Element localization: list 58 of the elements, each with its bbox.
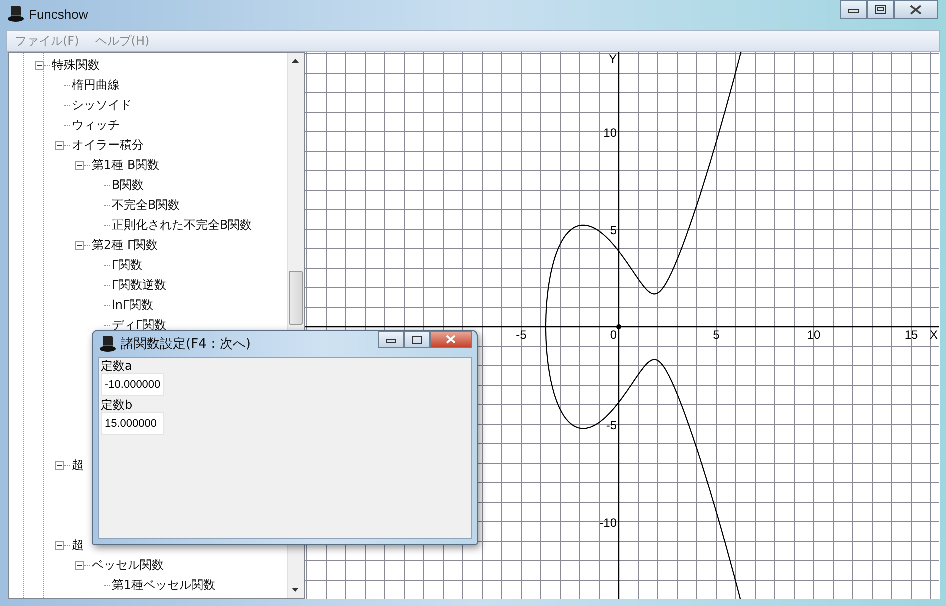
tree-item[interactable]: B関数: [112, 176, 144, 194]
tree-item[interactable]: ディΓ関数: [112, 316, 167, 334]
minimize-button[interactable]: [378, 331, 404, 348]
top-hat-icon: [100, 335, 116, 353]
tick-label: 10: [807, 328, 821, 342]
collapse-icon[interactable]: [55, 140, 64, 150]
tree-item[interactable]: 超: [72, 536, 84, 554]
scroll-up-icon[interactable]: [292, 59, 299, 63]
maximize-button[interactable]: [867, 0, 894, 19]
window-title: Funcshow: [29, 6, 88, 22]
tick-label: -10: [600, 516, 617, 530]
collapse-icon[interactable]: [55, 460, 64, 470]
tick-label: 10: [604, 126, 617, 140]
tree-item[interactable]: 超: [72, 456, 84, 474]
tick-label: 5: [610, 224, 617, 238]
tree-item[interactable]: ベッセル関数: [92, 556, 164, 574]
tree-item[interactable]: シッソイド: [72, 96, 132, 114]
tree-item[interactable]: 正則化された不完全B関数: [112, 216, 252, 234]
collapse-icon[interactable]: [75, 560, 84, 570]
close-icon: [909, 4, 923, 14]
collapse-icon[interactable]: [75, 160, 84, 170]
constant-field[interactable]: 15.000000: [101, 412, 164, 435]
tree-item[interactable]: 不完全B関数: [112, 196, 180, 214]
minimize-button[interactable]: [840, 0, 867, 19]
tree-item[interactable]: 第1種ベッセル関数: [112, 576, 216, 594]
tree-item[interactable]: lnΓ関数: [112, 296, 154, 314]
scrollbar-thumb[interactable]: [289, 271, 303, 325]
maximize-icon: [412, 336, 422, 344]
tree-item[interactable]: 特殊関数: [52, 56, 100, 74]
minimize-icon: [386, 336, 396, 342]
dialog-title: 諸関数設定(F4：次へ): [121, 336, 251, 353]
tree-item[interactable]: オイラー積分: [72, 136, 144, 154]
tick-label: 5: [713, 328, 720, 342]
tree-item[interactable]: 第2種 Γ関数: [92, 236, 158, 254]
collapse-icon[interactable]: [55, 540, 64, 550]
tree-item[interactable]: Γ関数逆数: [112, 276, 167, 294]
tick-label: 15: [904, 328, 918, 342]
constant-field[interactable]: -10.000000: [101, 373, 164, 396]
close-button[interactable]: [430, 331, 472, 348]
maximize-button[interactable]: [404, 331, 430, 348]
axis-label: Y: [609, 52, 618, 66]
maximize-icon: [874, 4, 886, 14]
field-label: 定数a: [101, 359, 132, 373]
collapse-icon[interactable]: [35, 60, 44, 70]
collapse-icon[interactable]: [75, 240, 84, 250]
top-hat-icon: [8, 5, 24, 23]
close-button[interactable]: [894, 0, 938, 19]
field-label: 定数b: [101, 398, 133, 412]
tree-item[interactable]: 第1種 B関数: [92, 156, 160, 174]
tick-label: 0: [610, 328, 617, 342]
tree-item[interactable]: 楕円曲線: [72, 76, 120, 94]
axis-label: X: [930, 328, 938, 342]
tick-label: -5: [516, 328, 527, 342]
close-icon: [445, 335, 457, 344]
scroll-down-icon[interactable]: [292, 588, 299, 592]
tree-item[interactable]: ウィッチ: [72, 116, 120, 134]
tick-label: -5: [606, 418, 617, 432]
tree-item[interactable]: Γ関数: [112, 256, 143, 274]
